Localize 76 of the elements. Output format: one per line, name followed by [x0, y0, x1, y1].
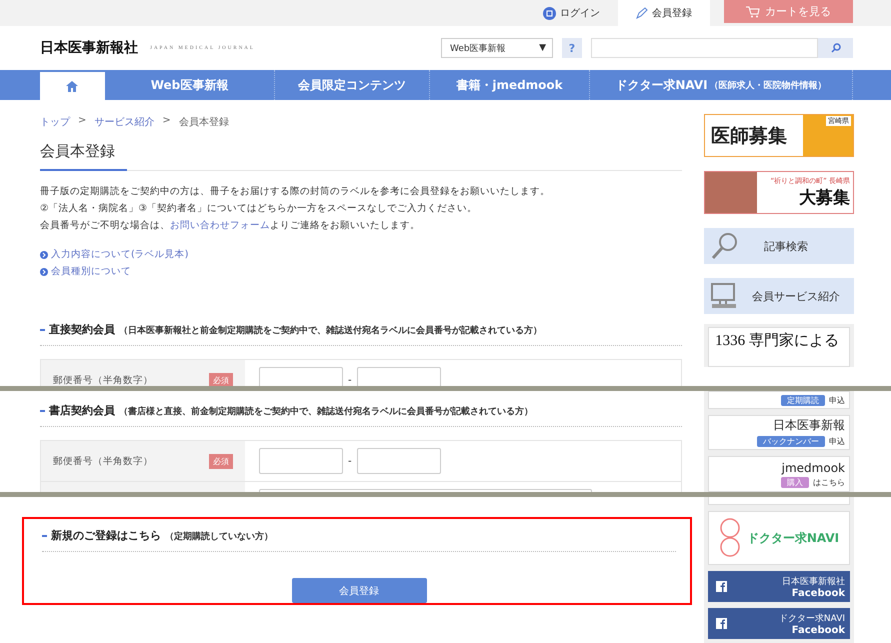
section-note: （定期購読していない方） — [165, 530, 273, 543]
page-title: 会員本登録 — [40, 142, 127, 171]
banner-badge: バックナンバー — [757, 436, 825, 448]
banner-title: jmedmook — [782, 460, 845, 475]
postal-code-field[interactable] — [356, 367, 441, 386]
field-label: 郵便番号（半角数字） — [53, 454, 153, 468]
search-field[interactable] — [591, 38, 818, 58]
facebook-icon — [716, 581, 727, 592]
nav-tab[interactable]: Web医事新報 — [105, 70, 275, 100]
magnifier-icon — [710, 231, 740, 261]
breadcrumb-link[interactable]: トップ — [40, 115, 70, 129]
breadcrumb-current: 会員本登録 — [178, 116, 229, 129]
book-banner[interactable]: 日本医事新報 バックナンバー 申込 — [708, 414, 850, 450]
field-label: 郵便番号（半角数字） — [53, 374, 153, 386]
search-icon — [830, 43, 840, 53]
church-photo-placeholder — [705, 172, 757, 213]
required-badge: 必須 — [209, 372, 233, 386]
login-icon — [543, 6, 556, 20]
register-button[interactable]: 会員登録 — [292, 578, 426, 603]
banner-action: はこちら — [813, 476, 845, 488]
info-link[interactable]: 会員種別について — [40, 265, 682, 278]
section-title: 書店契約会員 — [49, 403, 115, 418]
banner-action: 申込 — [829, 394, 845, 406]
banner-title: 医師募集 — [710, 124, 787, 148]
breadcrumb-separator: > — [162, 115, 171, 128]
facebook-icon — [716, 618, 727, 629]
info-link[interactable]: 入力内容について(ラベル見本) — [40, 248, 682, 261]
fruit-photo-placeholder — [803, 115, 853, 156]
facebook-button[interactable]: ドクター求NAVI Facebook — [708, 608, 850, 639]
required-badge: 必須 — [209, 454, 233, 468]
cart-icon — [746, 6, 760, 18]
postal-code-field[interactable] — [259, 448, 343, 474]
section-note: （日本医事新報社と前金制定期購読をご契約中で、雑誌送付宛名ラベルに会員番号が記載されている方） — [119, 324, 542, 337]
nav-tab[interactable]: ドクター求NAVI （医師求人・医院物件情報） — [590, 70, 853, 100]
intro-text: 会員番号がご不明な場合は、 — [40, 219, 170, 232]
section-title: 新規のご登録はこちら — [51, 528, 161, 543]
site-logo[interactable]: 日本医事新報社 — [40, 39, 138, 57]
section-note: （書店様と直接、前金制定期購読をご契約中で、雑誌送付宛名ラベルに会員番号が記載されている方） — [119, 405, 533, 418]
intro-text: ②「法人名・病院名」③「契約者名」についてはどちらか一方をスペースなしでご入力ください。 — [40, 202, 478, 215]
intro-text: 冊子版の定期購読をご契約中の方は、冊子をお届けする際の封筒のラベルを参考に会員登録をお願いいたします。 — [40, 185, 551, 198]
login-link[interactable]: ログイン — [539, 0, 604, 26]
book-banner[interactable]: 1336 専門家による — [708, 327, 850, 367]
banner-action: 申込 — [829, 436, 845, 448]
nav-tab[interactable]: 書籍・jmedmook — [430, 70, 590, 100]
hyphen: - — [348, 456, 352, 466]
breadcrumb-separator: > — [78, 115, 86, 128]
home-tab[interactable] — [40, 72, 105, 100]
banner-title: ドクター求NAVI — [746, 530, 840, 546]
contact-form-link[interactable]: お問い合わせフォーム — [170, 219, 270, 232]
nav-tab[interactable]: 会員限定コンテンツ — [275, 70, 430, 100]
banner-title: 日本医事新報 — [773, 417, 845, 434]
book-banner[interactable]: 定期購読 申込 — [708, 391, 850, 408]
section-title: 直接契約会員 — [49, 322, 115, 337]
nav-tab-note: （医師求人・医院物件情報） — [710, 79, 827, 92]
register-link[interactable]: 会員登録 — [618, 0, 710, 26]
book-banner[interactable]: jmedmook 購入 はこちら — [708, 456, 850, 492]
pen-icon — [636, 7, 648, 19]
intro-text: よりご連絡をお願いいたします。 — [270, 219, 420, 232]
chevron-icon — [40, 268, 48, 276]
dropdown-icon: ▼ — [539, 43, 546, 53]
hyphen: - — [348, 374, 352, 386]
banner-badge: 購入 — [781, 476, 809, 488]
search-button[interactable] — [818, 38, 853, 58]
computer-icon — [710, 282, 738, 310]
chevron-icon — [40, 250, 48, 258]
banner-title: 1336 専門家による — [715, 331, 839, 350]
home-icon — [66, 80, 78, 92]
member-service-button[interactable]: 会員サービス紹介 — [704, 278, 854, 314]
site-select[interactable]: Web医事新報 ▼ — [441, 38, 553, 58]
article-search-button[interactable]: 記事検索 — [704, 228, 854, 264]
facebook-button[interactable]: 日本医事新報社 Facebook — [708, 571, 850, 602]
banner-badge: 定期購読 — [781, 394, 825, 406]
banner-title: 大募集 — [799, 187, 850, 209]
postal-code-field[interactable] — [259, 367, 343, 386]
postal-code-field[interactable] — [356, 448, 441, 474]
breadcrumb-link[interactable]: サービス紹介 — [94, 115, 154, 129]
